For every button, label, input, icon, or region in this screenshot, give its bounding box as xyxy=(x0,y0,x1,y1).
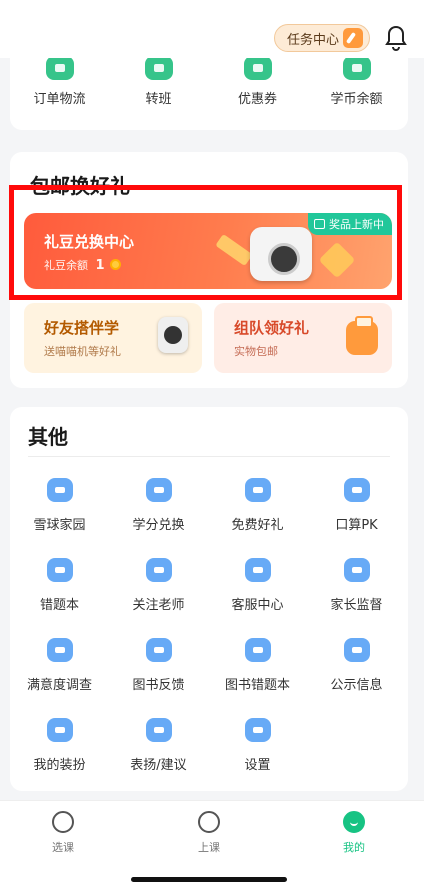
printer-thumb-icon xyxy=(158,317,188,353)
math-pk-entry[interactable]: 口算PK xyxy=(307,478,406,533)
wrong-questions-label: 错题本 xyxy=(39,598,79,613)
coupon-icon xyxy=(243,56,272,80)
other-card: 其他 雪球家园 学分兑换 免费好礼 口算PK 错题本 关注老师 客服中心 家长监… xyxy=(10,407,408,791)
transfer-class-entry[interactable]: 转班 xyxy=(109,56,208,107)
other-row-1: 雪球家园 学分兑换 免费好礼 口算PK xyxy=(10,478,406,533)
my-outfit-entry[interactable]: 我的装扮 xyxy=(10,718,109,773)
divider xyxy=(28,456,390,457)
customer-service-icon xyxy=(244,558,271,582)
other-row-3: 满意度调查 图书反馈 图书错题本 公示信息 xyxy=(10,638,406,693)
credit-exchange-label: 学分兑换 xyxy=(132,518,185,533)
praise-suggest-icon xyxy=(145,718,172,742)
tab-attend-class[interactable]: 上课 xyxy=(179,811,239,855)
wrong-questions-icon xyxy=(46,558,73,582)
follow-teacher-icon xyxy=(145,558,172,582)
notice-icon xyxy=(343,638,370,662)
team-gift-tile[interactable]: 组队领好礼 实物包邮 xyxy=(214,303,392,373)
survey-entry[interactable]: 满意度调查 xyxy=(10,638,109,693)
coin-balance-entry[interactable]: 学币余额 xyxy=(307,56,406,107)
order-logistics-entry[interactable]: 订单物流 xyxy=(10,56,109,107)
tab-select-course-label: 选课 xyxy=(52,841,74,854)
customer-service-label: 客服中心 xyxy=(231,598,284,613)
follow-teacher-label: 关注老师 xyxy=(132,598,185,613)
clipboard-icon xyxy=(346,316,378,355)
order-logistics-icon xyxy=(45,56,74,80)
coupon-entry[interactable]: 优惠券 xyxy=(208,56,307,107)
top-bar: 任务中心 xyxy=(0,0,424,58)
book-wrong-questions-entry[interactable]: 图书错题本 xyxy=(208,638,307,693)
parent-supervision-label: 家长监督 xyxy=(330,598,383,613)
snowball-home-entry[interactable]: 雪球家园 xyxy=(10,478,109,533)
math-pk-icon xyxy=(343,478,370,502)
coin-balance-label: 学币余额 xyxy=(330,92,383,107)
home-indicator xyxy=(131,877,287,882)
book-feedback-label: 图书反馈 xyxy=(132,678,185,693)
survey-icon xyxy=(46,638,73,662)
team-gift-title: 组队领好礼 xyxy=(234,319,310,337)
customer-service-entry[interactable]: 客服中心 xyxy=(208,558,307,613)
my-outfit-label: 我的装扮 xyxy=(33,758,86,773)
profile-icon xyxy=(343,811,365,833)
order-logistics-label: 订单物流 xyxy=(33,92,86,107)
team-gift-subtitle: 实物包邮 xyxy=(234,345,278,358)
transfer-class-label: 转班 xyxy=(145,92,172,107)
friend-study-title: 好友搭伴学 xyxy=(44,319,120,337)
book-feedback-icon xyxy=(145,638,172,662)
bottom-tab-bar: 选课 上课 我的 xyxy=(0,800,424,888)
tab-profile[interactable]: 我的 xyxy=(324,811,384,855)
settings-entry[interactable]: 设置 xyxy=(208,718,307,773)
settings-label: 设置 xyxy=(244,758,271,773)
snowball-home-icon xyxy=(46,478,73,502)
coin-balance-icon xyxy=(342,56,371,80)
task-center-button[interactable]: 任务中心 xyxy=(274,24,370,52)
highlight-box xyxy=(9,185,402,300)
book-wrong-questions-icon xyxy=(244,638,271,662)
wrong-questions-entry[interactable]: 错题本 xyxy=(10,558,109,613)
pencil-icon xyxy=(343,28,363,48)
follow-teacher-entry[interactable]: 关注老师 xyxy=(109,558,208,613)
other-row-2: 错题本 关注老师 客服中心 家长监督 xyxy=(10,558,406,613)
survey-label: 满意度调查 xyxy=(26,678,92,693)
other-title: 其他 xyxy=(28,425,68,449)
free-gift-label: 免费好礼 xyxy=(231,518,284,533)
coupon-label: 优惠券 xyxy=(237,92,277,107)
snowball-home-label: 雪球家园 xyxy=(33,518,86,533)
notice-entry[interactable]: 公示信息 xyxy=(307,638,406,693)
credit-exchange-entry[interactable]: 学分兑换 xyxy=(109,478,208,533)
transfer-class-icon xyxy=(144,56,173,80)
parent-supervision-icon xyxy=(343,558,370,582)
free-gift-entry[interactable]: 免费好礼 xyxy=(208,478,307,533)
praise-suggest-entry[interactable]: 表扬/建议 xyxy=(109,718,208,773)
orders-row: 订单物流 转班 优惠券 学币余额 xyxy=(10,56,406,107)
other-row-4: 我的装扮 表扬/建议 设置 xyxy=(10,718,307,773)
book-feedback-entry[interactable]: 图书反馈 xyxy=(109,638,208,693)
notice-label: 公示信息 xyxy=(330,678,383,693)
attend-class-icon xyxy=(198,811,220,833)
free-gift-icon xyxy=(244,478,271,502)
task-center-label: 任务中心 xyxy=(287,32,340,48)
friend-study-subtitle: 送喵喵机等好礼 xyxy=(44,345,121,358)
tab-attend-class-label: 上课 xyxy=(198,841,220,854)
my-outfit-icon xyxy=(46,718,73,742)
friend-study-tile[interactable]: 好友搭伴学 送喵喵机等好礼 xyxy=(24,303,202,373)
book-wrong-questions-label: 图书错题本 xyxy=(224,678,290,693)
settings-icon xyxy=(244,718,271,742)
praise-suggest-label: 表扬/建议 xyxy=(130,758,187,773)
select-course-icon xyxy=(52,811,74,833)
tab-profile-label: 我的 xyxy=(343,841,365,854)
credit-exchange-icon xyxy=(145,478,172,502)
bell-icon[interactable] xyxy=(384,24,408,52)
math-pk-label: 口算PK xyxy=(335,518,378,533)
tab-select-course[interactable]: 选课 xyxy=(33,811,93,855)
parent-supervision-entry[interactable]: 家长监督 xyxy=(307,558,406,613)
